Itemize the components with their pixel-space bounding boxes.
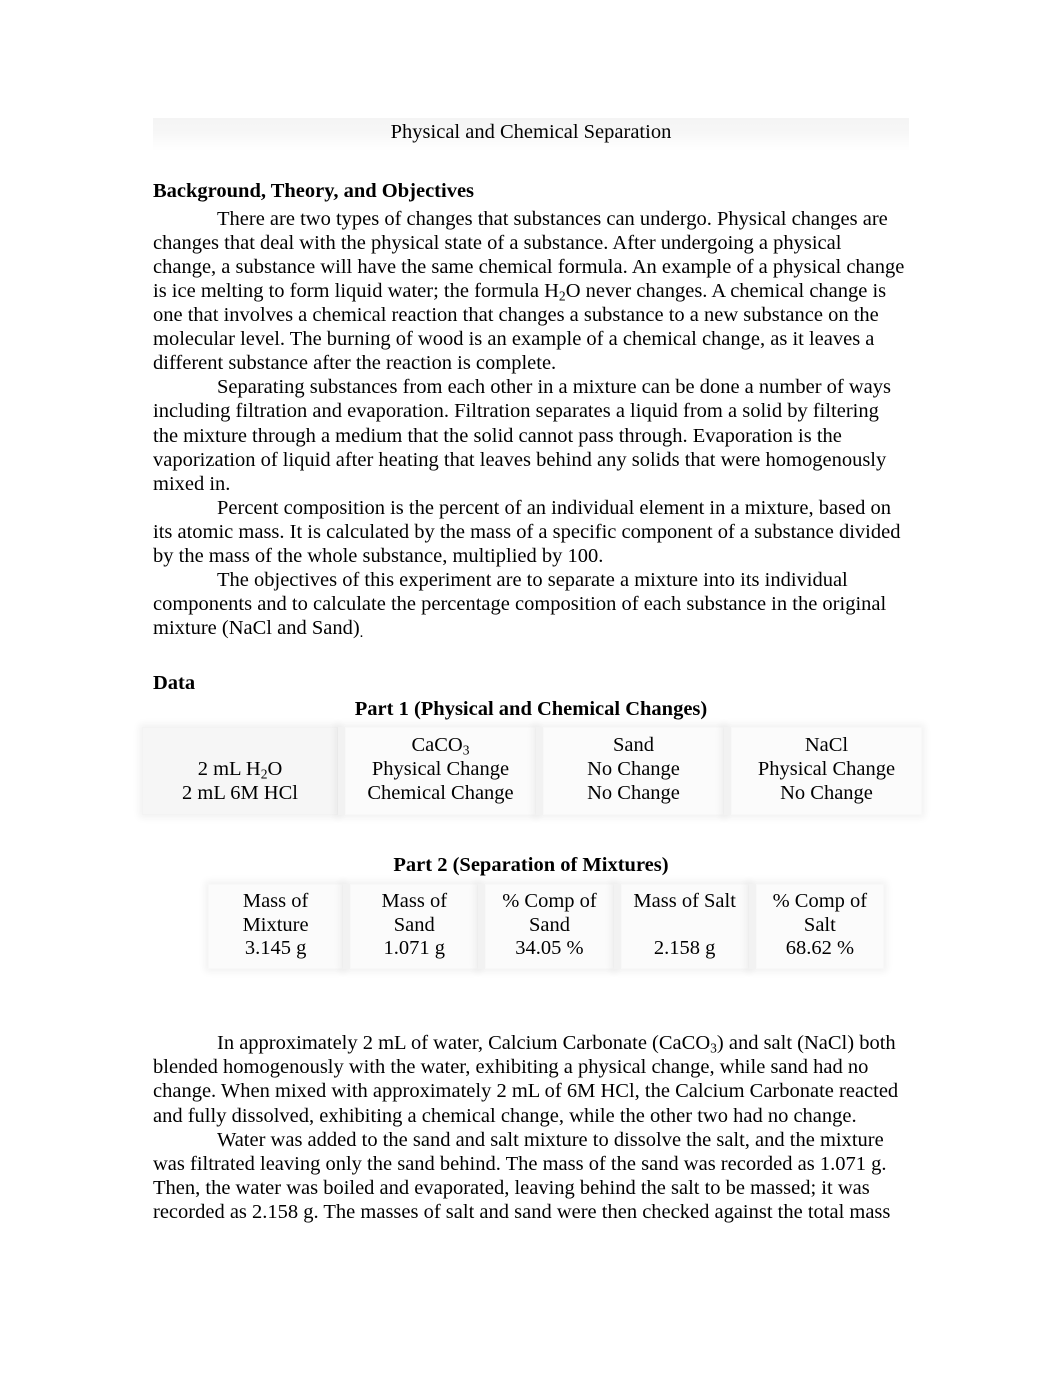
- part2-column-pct-comp-sand: % Comp of Sand 34.05 %: [478, 883, 614, 970]
- paragraph-text-part-a: In approximately 2 mL of water, Calcium …: [217, 1032, 711, 1055]
- part1-row-label-water: 2 mL H2O: [197, 758, 283, 782]
- part2-column-mass-of-sand: Mass of Sand 1.071 g: [343, 883, 479, 970]
- paragraph-discussion-part1: In approximately 2 mL of water, Calcium …: [153, 1031, 909, 1127]
- paragraph-types-of-changes: There are two types of changes that subs…: [153, 207, 909, 376]
- page-title: Physical and Chemical Separation: [153, 118, 909, 153]
- table-row: Mass of Mixture 3.145 g Mass of Sand 1.0…: [208, 883, 884, 970]
- part1-corner-cell: 2 mL H2O 2 mL 6M HCl: [142, 727, 338, 816]
- paragraph-text: Percent composition is the percent of an…: [153, 496, 901, 567]
- part1-cell-caco3-hcl: Chemical Change: [367, 782, 514, 805]
- part1-header-sand: Sand: [613, 734, 654, 757]
- part2-header-line1: Mass of: [381, 889, 448, 912]
- part1-table-block: Part 1 (Physical and Chemical Changes) 2…: [142, 697, 922, 816]
- part1-cell-sand-hcl: No Change: [587, 782, 680, 805]
- part2-column-mass-of-salt: Mass of Salt 2.158 g: [613, 883, 749, 970]
- paragraph-discussion-part2: Water was added to the sand and salt mix…: [153, 1128, 909, 1224]
- part2-header-line1: Mass of Salt: [633, 889, 736, 912]
- paragraph-text: The objectives of this experiment are to…: [153, 569, 887, 640]
- part2-header-line1: Mass of: [242, 889, 309, 912]
- part1-caption: Part 1 (Physical and Chemical Changes): [354, 697, 708, 720]
- part1-row-label-hcl: 2 mL 6M HCl: [182, 782, 298, 805]
- page-title-text: Physical and Chemical Separation: [390, 121, 672, 143]
- part2-value-pct-comp-sand: 34.05 %: [515, 937, 584, 960]
- part1-header-nacl: NaCl: [804, 734, 849, 757]
- section-heading-data: Data: [153, 672, 196, 695]
- part2-data-table: Mass of Mixture 3.145 g Mass of Sand 1.0…: [208, 883, 884, 970]
- part1-header-caco3: CaCO3: [411, 734, 470, 758]
- part2-value-mass-of-mixture: 3.145 g: [244, 937, 307, 960]
- document-content: Physical and Chemical Separation Backgro…: [142, 118, 922, 1224]
- part2-table-block: Part 2 (Separation of Mixtures) Mass of …: [153, 853, 909, 970]
- part1-column-nacl: NaCl Physical Change No Change: [724, 727, 922, 816]
- part1-cell-sand-water: No Change: [587, 758, 680, 781]
- part1-data-table: 2 mL H2O 2 mL 6M HCl CaCO3 Physical Chan…: [142, 727, 922, 816]
- part1-column-caco3: CaCO3 Physical Change Chemical Change: [338, 727, 536, 816]
- part2-header-line2-blank: [625, 914, 745, 938]
- part1-cell-nacl-hcl: No Change: [780, 782, 873, 805]
- paragraph-text: Water was added to the sand and salt mix…: [153, 1128, 891, 1223]
- paragraph-separation-methods: Separating substances from each other in…: [153, 375, 909, 495]
- part2-header-line2: Sand: [528, 913, 570, 936]
- part1-column-sand: Sand No Change No Change: [536, 727, 724, 816]
- part2-value-mass-of-salt: 2.158 g: [653, 937, 716, 960]
- subscript-caco3: 3: [462, 742, 470, 758]
- paragraph-percent-composition: Percent composition is the percent of an…: [153, 496, 909, 568]
- paragraph-text: Separating substances from each other in…: [153, 376, 891, 495]
- part1-cell-caco3-water: Physical Change: [371, 758, 510, 781]
- part2-header-line1: % Comp of: [502, 889, 597, 912]
- part2-header-line2: Mixture: [242, 913, 309, 936]
- part2-header-line1: % Comp of: [772, 889, 868, 912]
- part2-header-line2: Sand: [393, 913, 435, 936]
- table-row: 2 mL H2O 2 mL 6M HCl CaCO3 Physical Chan…: [142, 727, 922, 816]
- subscript-caco3: 3: [710, 1040, 717, 1056]
- part2-column-mass-of-mixture: Mass of Mixture 3.145 g: [208, 883, 344, 970]
- trailing-period: .: [359, 625, 364, 642]
- part1-cell-nacl-water: Physical Change: [757, 758, 896, 781]
- part2-header-line2: Salt: [803, 913, 836, 936]
- part2-caption: Part 2 (Separation of Mixtures): [393, 854, 669, 877]
- part2-value-mass-of-sand: 1.071 g: [383, 937, 446, 960]
- section-heading-background: Background, Theory, and Objectives: [153, 180, 475, 203]
- row-label-tail: O: [267, 758, 283, 781]
- subscript-h2o: 2: [558, 288, 566, 304]
- part2-column-pct-comp-salt: % Comp of Salt 68.62 %: [748, 883, 884, 970]
- paragraph-objectives: The objectives of this experiment are to…: [153, 568, 909, 642]
- document-page: Physical and Chemical Separation Backgro…: [0, 0, 1062, 1377]
- part2-value-pct-comp-salt: 68.62 %: [785, 937, 855, 960]
